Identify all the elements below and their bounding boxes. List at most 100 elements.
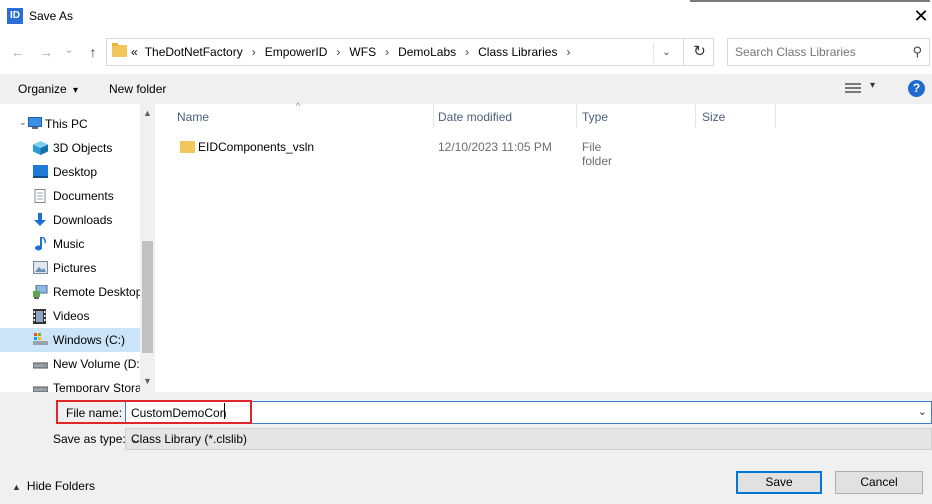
save-as-type-select[interactable]: Class Library (*.clslib) ⌄ — [125, 428, 932, 450]
organize-label: Organize — [18, 82, 67, 96]
scrollbar-thumb[interactable] — [142, 241, 153, 353]
sidebar-item-label: Music — [53, 237, 85, 251]
sidebar-item-new-volume-d[interactable]: New Volume (D: — [0, 352, 140, 376]
search-icon[interactable]: ⚲ — [912, 44, 922, 60]
sidebar-item-videos[interactable]: Videos — [0, 304, 140, 328]
breadcrumb-item-class-libraries[interactable]: Class Libraries — [478, 45, 557, 59]
column-header-name[interactable]: Name — [177, 110, 209, 124]
sidebar-item-label: Documents — [53, 189, 114, 203]
file-name-cell: EIDComponents_vsln — [198, 140, 315, 154]
column-divider[interactable] — [576, 104, 577, 128]
breadcrumb-overflow[interactable]: « — [131, 45, 138, 59]
sidebar-item-pictures[interactable]: Pictures — [0, 256, 140, 280]
cube-icon — [33, 141, 48, 155]
sidebar-item-label: Videos — [53, 309, 90, 323]
scroll-down-arrow-icon[interactable]: ▼ — [143, 376, 152, 386]
new-folder-button[interactable]: New folder — [109, 82, 166, 96]
sidebar-item-documents[interactable]: Documents — [0, 184, 140, 208]
help-icon[interactable]: ? — [908, 80, 925, 97]
chevron-up-icon: ▲ — [12, 482, 21, 492]
folder-icon — [180, 141, 195, 153]
up-arrow-icon[interactable]: ↑ — [84, 42, 102, 62]
sidebar-item-label: New Volume (D: — [53, 357, 140, 371]
search-box[interactable]: ⚲ — [727, 38, 930, 66]
date-modified-cell: 12/10/2023 11:05 PM — [438, 140, 552, 154]
table-row[interactable]: EIDComponents_vsln 12/10/2023 11:05 PM F… — [170, 134, 612, 168]
sidebar-item-windows-c[interactable]: Windows (C:) — [0, 328, 140, 352]
sidebar-item-this-pc[interactable]: ⌄ This PC — [0, 112, 140, 136]
view-options-icon[interactable] — [845, 81, 861, 95]
sidebar-item-label: Temporary Stora — [53, 381, 142, 392]
sidebar-item-desktop[interactable]: Desktop — [0, 160, 140, 184]
sidebar-item-3d-objects[interactable]: 3D Objects — [0, 136, 140, 160]
remote-desktop-icon — [33, 284, 48, 299]
sidebar-item-remote-desktop[interactable]: Remote Desktop — [0, 280, 143, 304]
address-bar[interactable]: « TheDotNetFactory › EmpowerID › WFS › D… — [106, 38, 714, 66]
computer-icon — [28, 117, 43, 131]
breadcrumb-item-demolabs[interactable]: DemoLabs — [398, 45, 456, 59]
videos-icon — [33, 309, 48, 324]
highlight-box — [56, 400, 252, 424]
breadcrumb: « TheDotNetFactory › EmpowerID › WFS › D… — [131, 45, 579, 59]
hide-folders-button[interactable]: ▲ Hide Folders — [12, 479, 95, 493]
save-button[interactable]: Save — [736, 471, 822, 494]
breadcrumb-item-thedotnetfactory[interactable]: TheDotNetFactory — [145, 45, 243, 59]
drive-temp-icon — [32, 381, 49, 392]
title-bar — [0, 0, 932, 32]
recent-locations-chevron-icon[interactable]: ⌄ — [60, 40, 78, 60]
cancel-button[interactable]: Cancel — [835, 471, 923, 494]
organize-chevron-icon: ▾ — [73, 85, 79, 96]
column-header-size[interactable]: Size — [702, 110, 725, 124]
drive-c-icon — [33, 333, 48, 347]
sidebar-item-label: Desktop — [53, 165, 98, 179]
scroll-up-arrow-icon[interactable]: ▲ — [143, 108, 152, 118]
sidebar-item-downloads[interactable]: Downloads — [0, 208, 140, 232]
breadcrumb-separator[interactable]: › — [385, 45, 389, 59]
folder-icon — [112, 43, 127, 57]
background-window-edge — [690, 0, 930, 2]
forward-arrow-icon[interactable]: → — [37, 42, 55, 62]
drive-d-icon — [32, 357, 49, 371]
sidebar-item-temporary-storage[interactable]: Temporary Stora — [0, 376, 142, 392]
breadcrumb-item-empowerid[interactable]: EmpowerID — [265, 45, 328, 59]
downloads-icon — [33, 213, 48, 227]
music-icon — [33, 236, 48, 251]
back-arrow-icon[interactable]: ← — [9, 42, 27, 62]
column-divider[interactable] — [433, 104, 434, 128]
breadcrumb-item-wfs[interactable]: WFS — [349, 45, 376, 59]
pictures-icon — [33, 261, 48, 275]
collapse-chevron-icon[interactable]: ⌄ — [19, 117, 27, 128]
type-cell: File folder — [582, 140, 613, 168]
file-name-dropdown-chevron-icon[interactable]: ⌄ — [918, 405, 927, 418]
sort-ascending-icon: ^ — [296, 101, 301, 111]
refresh-icon[interactable]: ↻ — [683, 39, 715, 65]
close-icon[interactable]: ✕ — [910, 5, 932, 27]
column-divider[interactable] — [695, 104, 696, 128]
window-title: Save As — [29, 9, 74, 23]
hide-folders-label: Hide Folders — [26, 479, 95, 493]
column-divider[interactable] — [775, 104, 776, 128]
organize-button[interactable]: Organize ▾ — [18, 82, 78, 96]
app-icon: ID — [7, 8, 23, 24]
navigation-pane: ⌄ This PC 3D Objects Desktop Documents D… — [0, 104, 155, 392]
sidebar-item-label: Pictures — [53, 261, 97, 275]
sidebar-item-music[interactable]: Music — [0, 232, 140, 256]
column-header-type[interactable]: Type — [582, 110, 608, 124]
sidebar-item-label: 3D Objects — [53, 141, 113, 155]
search-input[interactable] — [735, 44, 905, 60]
view-dropdown-chevron-icon[interactable]: ▾ — [870, 80, 875, 91]
breadcrumb-separator[interactable]: › — [252, 45, 256, 59]
save-as-type-label: Save as type: — [53, 432, 126, 446]
breadcrumb-separator[interactable]: › — [336, 45, 340, 59]
desktop-icon — [33, 165, 48, 179]
sidebar-item-label: This PC — [45, 117, 88, 131]
sidebar-item-label: Remote Desktop — [53, 285, 143, 299]
breadcrumb-separator[interactable]: › — [465, 45, 469, 59]
sidebar-item-label: Downloads — [53, 213, 113, 227]
documents-icon — [33, 189, 48, 203]
address-dropdown-chevron-icon[interactable]: ⌄ — [653, 43, 679, 63]
column-header-date-modified[interactable]: Date modified — [438, 110, 512, 124]
save-as-type-chevron-icon[interactable]: ⌄ — [131, 432, 927, 446]
sidebar-item-label: Windows (C:) — [53, 333, 126, 347]
breadcrumb-separator[interactable]: › — [566, 45, 570, 59]
